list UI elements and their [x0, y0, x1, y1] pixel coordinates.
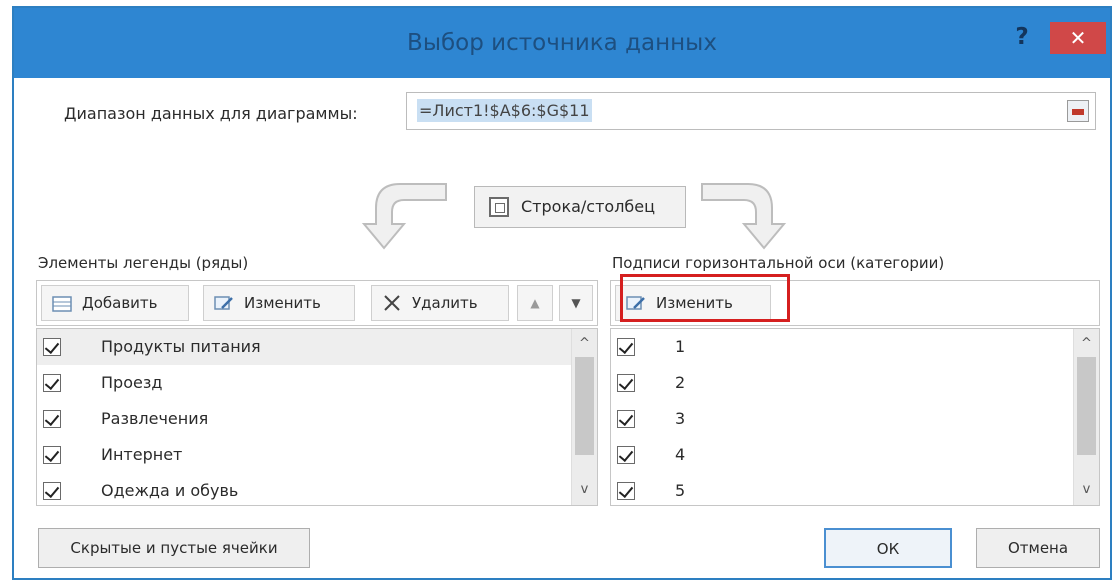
switch-row-column-button[interactable]: Строка/столбец — [474, 186, 686, 228]
title-bar: Выбор источника данных ? ✕ — [14, 8, 1110, 78]
category-label: 3 — [675, 409, 686, 428]
axis-list-scrollbar[interactable]: ^ v — [1073, 329, 1099, 505]
list-item[interactable]: 3 — [611, 401, 1099, 437]
add-icon — [52, 296, 72, 312]
category-label: 1 — [675, 337, 686, 356]
edit-series-label: Изменить — [244, 294, 321, 312]
legend-list-scrollbar[interactable]: ^ v — [571, 329, 597, 505]
series-label: Одежда и обувь — [101, 481, 239, 500]
move-down-button[interactable]: ▼ — [559, 285, 593, 321]
series-checkbox[interactable] — [43, 482, 61, 500]
help-button[interactable]: ? — [1010, 22, 1034, 52]
list-item[interactable]: 1 — [611, 329, 1099, 365]
list-item[interactable]: Одежда и обувь — [37, 473, 597, 505]
data-range-value: =Лист1!$A$6:$G$11 — [417, 99, 592, 122]
axis-labels-list[interactable]: 1 2 3 4 5 ^ v — [610, 328, 1100, 506]
series-checkbox[interactable] — [43, 446, 61, 464]
legend-toolbar: Добавить Изменить Удалить ▲ ▼ — [36, 280, 598, 326]
scroll-up-icon[interactable]: ^ — [1074, 333, 1099, 355]
dialog-title: Выбор источника данных — [407, 30, 717, 56]
add-series-button[interactable]: Добавить — [41, 285, 189, 321]
delete-icon — [384, 295, 400, 311]
data-range-input[interactable]: =Лист1!$A$6:$G$11 — [406, 92, 1096, 130]
curved-arrow-left-icon — [361, 183, 447, 250]
series-label: Развлечения — [101, 409, 209, 428]
list-item[interactable]: Продукты питания — [37, 329, 597, 365]
series-label: Проезд — [101, 373, 163, 392]
delete-series-button[interactable]: Удалить — [371, 285, 509, 321]
category-checkbox[interactable] — [617, 338, 635, 356]
series-checkbox[interactable] — [43, 374, 61, 392]
series-label: Интернет — [101, 445, 183, 464]
scroll-down-icon[interactable]: v — [1074, 479, 1099, 501]
scroll-thumb[interactable] — [575, 357, 594, 455]
scroll-down-icon[interactable]: v — [572, 479, 597, 501]
curved-arrow-right-icon — [701, 183, 787, 250]
legend-series-list[interactable]: Продукты питания Проезд Развлечения Инте… — [36, 328, 598, 506]
legend-entries-label: Элементы легенды (ряды) — [38, 254, 249, 272]
add-series-label: Добавить — [82, 294, 158, 312]
category-checkbox[interactable] — [617, 410, 635, 428]
category-label: 5 — [675, 481, 686, 500]
scroll-thumb[interactable] — [1077, 357, 1096, 455]
move-up-button[interactable]: ▲ — [517, 285, 553, 321]
series-checkbox[interactable] — [43, 338, 61, 356]
delete-series-label: Удалить — [412, 294, 478, 312]
list-item[interactable]: 5 — [611, 473, 1099, 505]
axis-labels-label: Подписи горизонтальной оси (категории) — [612, 254, 945, 272]
switch-row-column-icon — [489, 197, 509, 217]
category-checkbox[interactable] — [617, 374, 635, 392]
range-collapse-icon[interactable] — [1067, 100, 1089, 122]
cancel-button[interactable]: Отмена — [976, 528, 1100, 568]
select-data-source-dialog: Выбор источника данных ? ✕ Диапазон данн… — [12, 6, 1112, 580]
list-item[interactable]: 4 — [611, 437, 1099, 473]
category-label: 4 — [675, 445, 686, 464]
list-item[interactable]: Проезд — [37, 365, 597, 401]
scroll-up-icon[interactable]: ^ — [572, 333, 597, 355]
close-button[interactable]: ✕ — [1050, 22, 1106, 54]
data-range-label: Диапазон данных для диаграммы: — [64, 104, 358, 123]
list-item[interactable]: Интернет — [37, 437, 597, 473]
category-checkbox[interactable] — [617, 446, 635, 464]
list-item[interactable]: Развлечения — [37, 401, 597, 437]
switch-row-column-label: Строка/столбец — [521, 197, 656, 216]
hidden-empty-cells-button[interactable]: Скрытые и пустые ячейки — [38, 528, 310, 568]
edit-icon — [214, 296, 233, 310]
red-highlight-box — [620, 274, 790, 322]
category-checkbox[interactable] — [617, 482, 635, 500]
series-label: Продукты питания — [101, 337, 261, 356]
series-checkbox[interactable] — [43, 410, 61, 428]
ok-button[interactable]: ОК — [824, 528, 952, 568]
edit-series-button[interactable]: Изменить — [203, 285, 355, 321]
list-item[interactable]: 2 — [611, 365, 1099, 401]
category-label: 2 — [675, 373, 686, 392]
